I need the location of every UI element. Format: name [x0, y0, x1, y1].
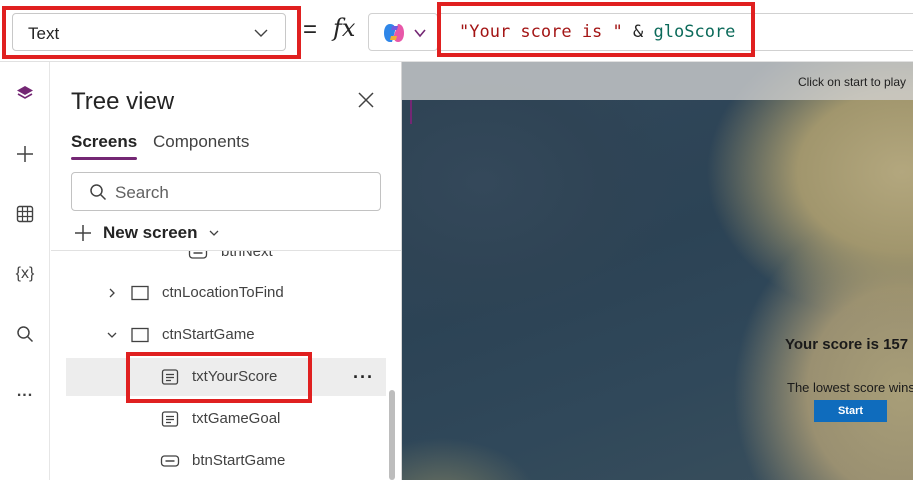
formula-variable: gloScore	[653, 22, 736, 42]
search-input[interactable]: Search	[71, 172, 381, 211]
node-label: ctnStartGame	[162, 326, 255, 343]
power-apps-studio: Text = fx "Your score is " & gloScore {x…	[0, 0, 913, 480]
formula-code: "Your score is " & gloScore	[459, 22, 735, 42]
tree-node-ctnStartGame[interactable]: ctnStartGame	[66, 316, 386, 354]
formula-operator: &	[633, 22, 644, 42]
search-icon	[17, 326, 34, 343]
data-rail-button[interactable]	[7, 196, 43, 232]
start-button[interactable]: Start	[814, 400, 887, 422]
new-screen-button[interactable]: New screen	[73, 221, 220, 245]
layers-icon	[17, 86, 33, 99]
more-options-button[interactable]: ···	[353, 367, 374, 388]
hint-text: Click on start to play	[797, 75, 906, 89]
formula-bar: Text = fx "Your score is " & gloScore	[0, 0, 913, 62]
new-screen-label: New screen	[103, 223, 198, 242]
chevron-down-icon[interactable]	[106, 329, 118, 341]
container-icon	[131, 327, 149, 343]
app-canvas[interactable]: Click on start to play Your score is 157…	[402, 62, 913, 480]
ellipsis-icon: ...	[16, 383, 34, 400]
formula-string: "Your score is "	[459, 22, 623, 42]
search-rail-button[interactable]	[7, 316, 43, 352]
panel-title: Tree view	[71, 88, 175, 115]
left-rail: {x} ...	[0, 62, 50, 480]
chevron-right-icon[interactable]	[106, 287, 118, 299]
variables-rail-button[interactable]: {x}	[7, 256, 43, 292]
tab-components[interactable]: Components	[153, 132, 249, 152]
node-label: txtGameGoal	[192, 410, 281, 427]
text-label-icon	[161, 369, 179, 385]
equals-sign: =	[303, 16, 318, 43]
chevron-down-icon	[209, 230, 218, 236]
node-label: btnNext	[221, 251, 273, 260]
search-placeholder: Search	[115, 183, 169, 202]
table-icon	[16, 205, 34, 223]
tree-view-panel: Tree view Screens Components Search New …	[51, 62, 402, 480]
tree-node-btnStartGame[interactable]: btnStartGame	[66, 442, 386, 480]
insert-rail-button[interactable]	[7, 136, 43, 172]
tree-node-ctnLocationToFind[interactable]: ctnLocationToFind	[66, 274, 386, 312]
plus-icon	[17, 146, 33, 162]
chevron-down-icon	[414, 29, 426, 38]
tab-screens[interactable]: Screens	[71, 132, 138, 160]
property-dropdown[interactable]: Text	[12, 13, 286, 51]
property-value: Text	[28, 24, 60, 43]
canvas-header: Click on start to play	[402, 62, 913, 100]
plus-icon	[75, 225, 91, 241]
tree-node-txtGameGoal[interactable]: txtGameGoal	[66, 400, 386, 438]
selection-edge	[410, 100, 412, 124]
copilot-button[interactable]	[368, 13, 438, 51]
copilot-icon	[384, 24, 404, 42]
tree-view-rail-button[interactable]	[7, 76, 43, 112]
variables-icon: {x}	[15, 265, 35, 282]
node-label: btnStartGame	[192, 452, 286, 469]
button-icon	[188, 251, 208, 259]
node-label: txtYourScore	[192, 368, 278, 385]
tree-node-txtYourScore[interactable]: txtYourScore ···	[66, 358, 386, 396]
close-icon[interactable]	[356, 90, 376, 110]
button-icon	[160, 455, 180, 467]
chevron-down-icon	[254, 29, 268, 37]
node-label: ctnLocationToFind	[162, 284, 284, 301]
formula-input[interactable]: "Your score is " & gloScore	[440, 13, 913, 51]
scrollbar[interactable]	[389, 390, 395, 480]
tree-node-btnNext[interactable]: btnNext	[66, 251, 386, 271]
container-icon	[131, 285, 149, 301]
more-rail-button[interactable]: ...	[7, 374, 43, 410]
tree-list: btnNext ctnLocationToFind ctnStartGame t…	[51, 251, 401, 480]
fx-label: fx	[333, 14, 356, 42]
text-label-icon	[161, 411, 179, 427]
score-label[interactable]: Your score is 157	[785, 336, 908, 353]
search-icon	[90, 184, 107, 201]
game-goal-label[interactable]: The lowest score wins	[787, 380, 913, 395]
